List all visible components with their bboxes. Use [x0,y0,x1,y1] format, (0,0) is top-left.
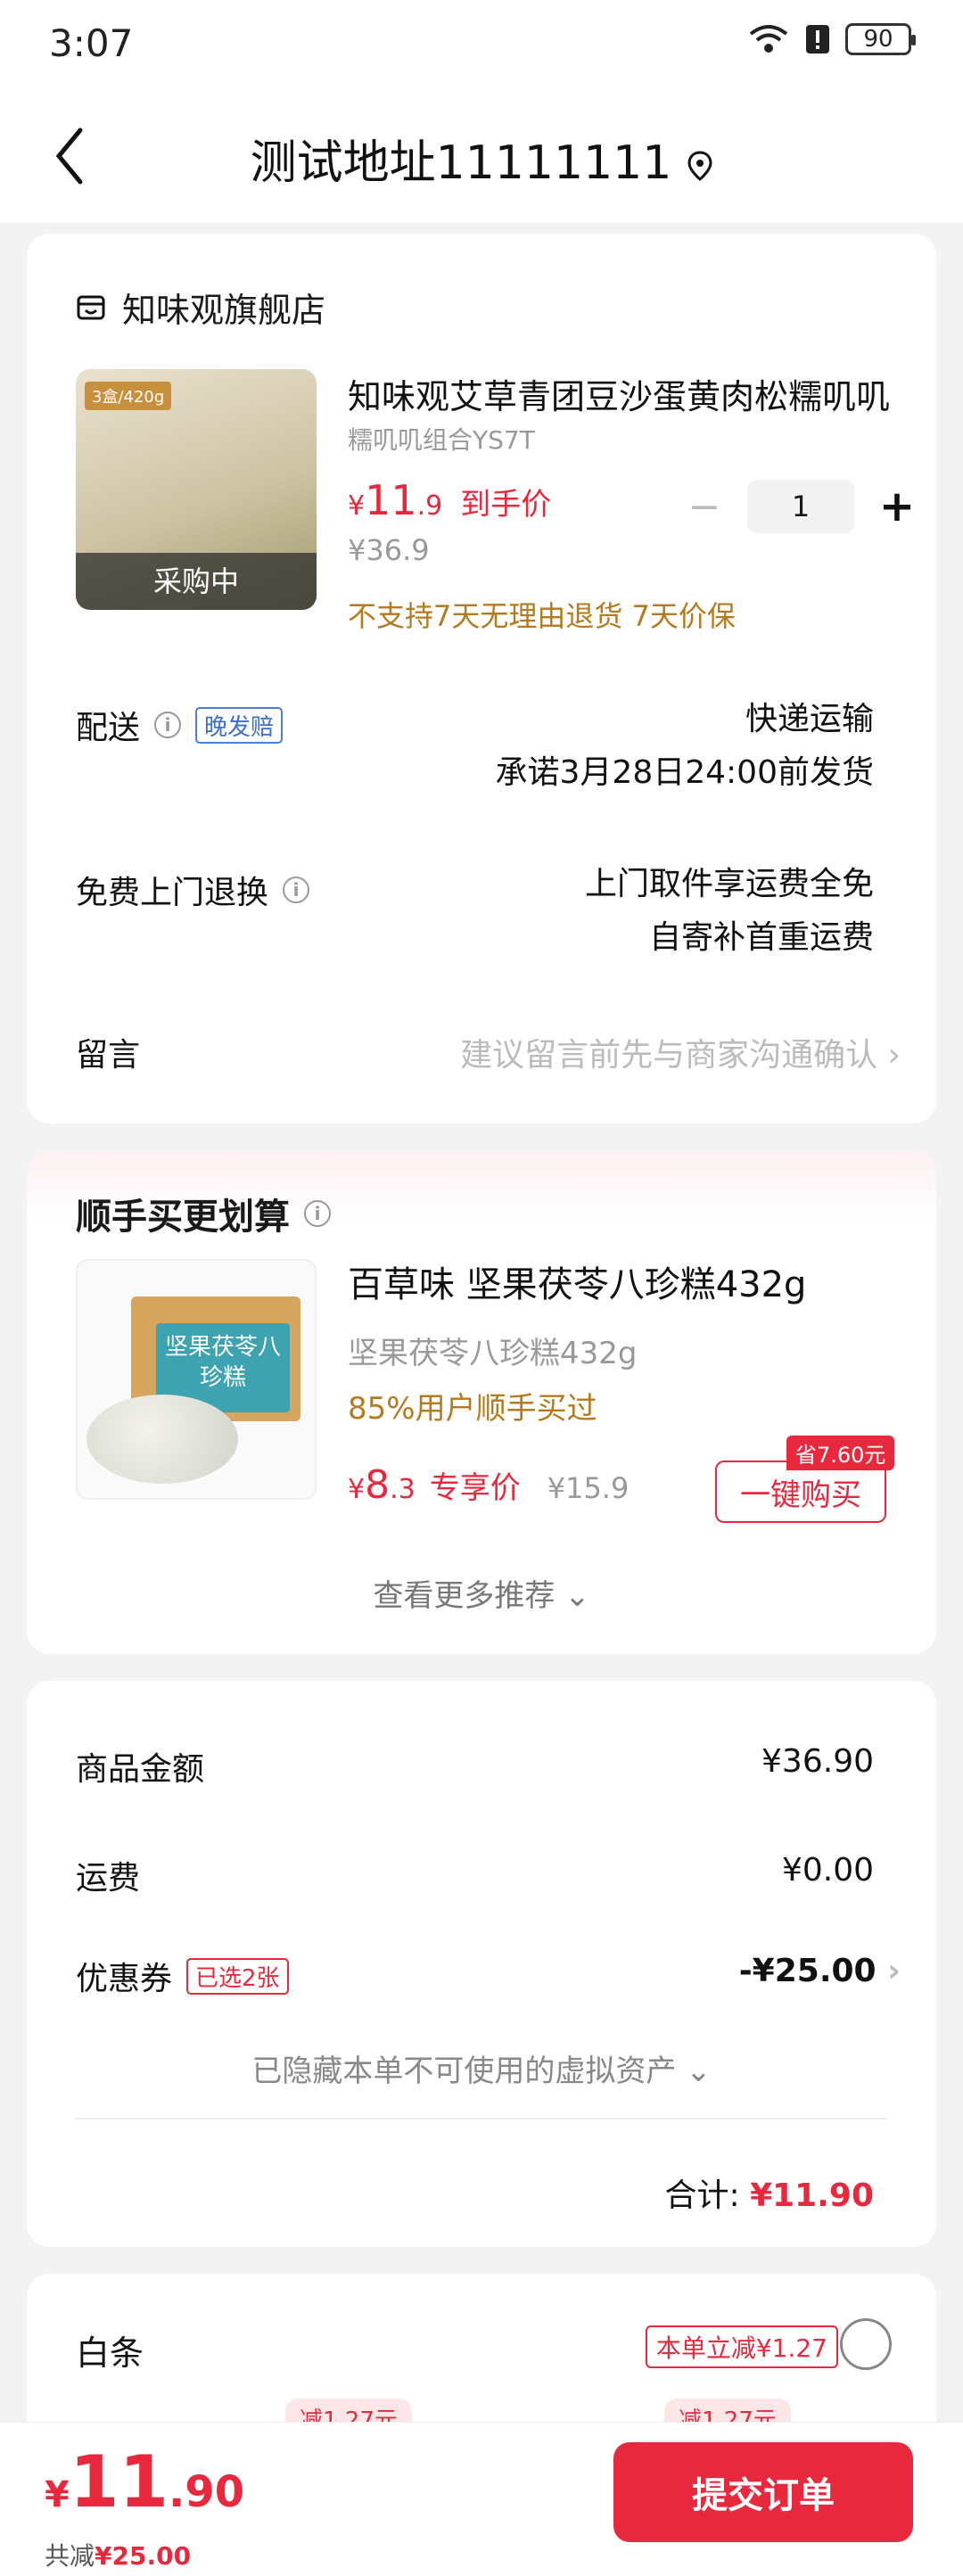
coupon-badge: 已选2张 [186,1957,289,1995]
returns-row: 免费上门退换 i [76,867,310,913]
total-saved: 共减¥25.00 [45,2537,191,2572]
quantity-input[interactable]: 1 [747,480,854,533]
note-label: 留言 [76,1037,141,1074]
save-tag: 省7.60元 [786,1436,895,1470]
chevron-down-icon: ⌄ [686,2053,712,2089]
coupon-amount: -¥25.00 [738,1953,877,1989]
status-bar: 3:07 90 [0,0,963,89]
price-int: 11 [69,2440,169,2523]
price-label: 专享价 [429,1470,521,1506]
instant-discount-badge: 本单立减¥1.27 [645,2325,838,2368]
decrease-button[interactable]: − [678,484,731,530]
price-label: 到手价 [460,487,552,523]
product-image-caption: 采购中 [76,553,317,610]
price-dec: .3 [390,1474,416,1505]
saved-label: 共减 [45,2541,95,2571]
wifi-icon [749,25,788,53]
info-icon[interactable]: i [283,876,310,903]
original-price: ¥36.9 [348,533,430,567]
recommend-spec: 坚果茯苓八珍糕432g [348,1336,638,1371]
recommend-price: ¥8.3 专享价 ¥15.9 [348,1462,629,1508]
goods-amount-label: 商品金额 [76,1751,205,1788]
product-spec[interactable]: 糯叽叽组合YS7T [348,421,535,457]
price-int: 8 [365,1462,391,1508]
delivery-row: 配送 i 晚发赔 [76,702,284,748]
coupon-row[interactable]: 优惠券 已选2张 [76,1953,289,1999]
returns-line1: 上门取件享运费全免 [584,866,874,902]
increase-button[interactable]: + [870,481,924,531]
more-recommend-button[interactable]: 查看更多推荐 ⌄ [27,1571,936,1615]
quantity-stepper: − 1 + [678,480,924,533]
delivery-promise: 承诺3月28日24:00前发货 [495,754,874,791]
recommend-original-price: ¥15.9 [547,1471,630,1505]
returns-value: 上门取件享运费全免 自寄补首重运费 [585,858,874,965]
divider [76,2118,887,2119]
currency-symbol: ¥ [348,1474,366,1505]
delivery-method: 快递运输 [745,701,874,737]
header: 测试地址11111111 [0,89,963,223]
price-int: 11 [365,476,417,524]
status-time: 3:07 [49,21,134,65]
coupon-value[interactable]: -¥25.00 › [739,1953,901,1989]
product-title[interactable]: 知味观艾草青团豆沙蛋黄肉松糯叽叽 [348,369,901,418]
info-icon[interactable]: i [304,1200,331,1227]
currency-symbol: ¥ [348,490,366,522]
address-title[interactable]: 测试地址11111111 [0,125,963,192]
returns-label: 免费上门退换 [76,875,269,911]
price-dec: .90 [169,2467,245,2517]
recommend-buyers: 85%用户顺手买过 [348,1391,597,1427]
delivery-value[interactable]: 快递运输 承诺3月28日24:00前发货 [496,693,874,800]
recommend-name[interactable]: 百草味 坚果茯苓八珍糕432g [348,1255,806,1307]
shipping-label: 运费 [76,1860,141,1897]
delivery-label: 配送 [76,710,141,746]
bottom-bar: ¥11.90 共减¥25.00 提交订单 [0,2422,963,2576]
product-image-tag: 3盒/420g [85,382,172,410]
recommend-image[interactable]: 坚果茯苓八珍糕 [76,1259,317,1500]
chevron-right-icon: › [887,1037,901,1074]
product-price: ¥11.9 到手价 [348,476,551,524]
location-pin-icon [687,151,712,181]
shop-name-row[interactable]: 知味观旗舰店 [76,283,325,332]
note-input[interactable]: 建议留言前先与商家沟通确认 › [460,1029,901,1075]
recommend-title: 顺手买更划算 [76,1197,290,1238]
status-icons: 90 [747,23,916,55]
summary-card: 商品金额 ¥36.90 运费 ¥0.00 优惠券 已选2张 -¥25.00 › … [27,1681,936,2247]
baitiao-radio[interactable] [840,2318,892,2370]
hidden-assets-toggle[interactable]: 已隐藏本单不可使用的虚拟资产 ⌄ [27,2046,936,2090]
chevron-down-icon: ⌄ [564,1578,590,1614]
alert-icon [806,25,829,53]
more-recommend-label: 查看更多推荐 [373,1578,556,1614]
shop-name: 知味观旗舰店 [122,291,326,330]
product-image[interactable]: 3盒/420g 采购中 [76,369,317,610]
late-delivery-badge: 晚发赔 [195,706,284,744]
total-value: ¥11.90 [750,2177,874,2214]
recommend-card: 顺手买更划算 i 坚果茯苓八珍糕 百草味 坚果茯苓八珍糕432g 坚果茯苓八珍糕… [27,1150,936,1654]
cake-graphic [86,1395,238,1484]
info-icon[interactable]: i [154,712,182,738]
chevron-right-icon: › [887,1953,901,1989]
returns-line2: 自寄补首重运费 [648,919,874,956]
total-label: 合计: [664,2177,740,2214]
address-text: 测试地址11111111 [250,136,672,190]
coupon-label: 优惠券 [76,1961,173,1997]
return-policy: 不支持7天无理由退货 7天价保 [348,599,736,633]
shipping-value: ¥0.00 [781,1852,874,1889]
hidden-assets-label: 已隐藏本单不可使用的虚拟资产 [251,2053,677,2089]
store-icon [77,295,105,319]
baitiao-label: 白条 [76,2333,144,2373]
total-row: 合计: ¥11.90 [664,2169,874,2216]
submit-order-button[interactable]: 提交订单 [613,2442,913,2542]
note-placeholder: 建议留言前先与商家沟通确认 [460,1037,878,1074]
currency-symbol: ¥ [45,2474,70,2515]
price-dec: .9 [416,490,443,522]
goods-amount-value: ¥36.90 [761,1743,874,1780]
recommend-title-row: 顺手买更划算 i [76,1188,331,1239]
order-card: 知味观旗舰店 3盒/420g 采购中 知味观艾草青团豆沙蛋黄肉松糯叽叽 糯叽叽组… [27,234,936,1123]
battery-icon: 90 [845,23,916,55]
saved-value: ¥25.00 [95,2541,192,2571]
bottom-total-price: ¥11.90 [45,2440,244,2523]
